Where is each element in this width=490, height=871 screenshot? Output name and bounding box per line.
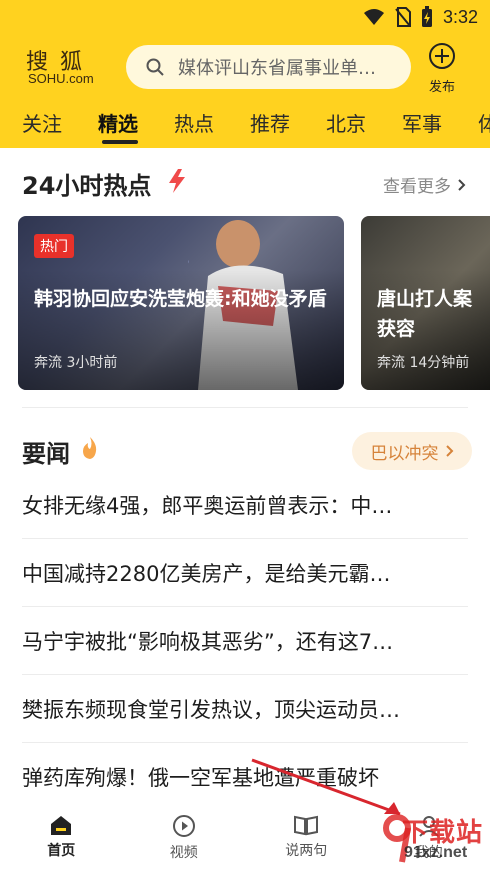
item-divider	[22, 674, 468, 675]
hot-badge: 热门	[34, 234, 74, 258]
topic-pill[interactable]: 巴以冲突	[352, 432, 472, 470]
top-header: 3:32 搜狐 SOHU.com 媒体评山东省属事业单… 发布 关注 精选 热点…	[0, 0, 490, 148]
watermark-logo: 下载站 91xz.net	[382, 810, 490, 868]
status-time: 3:32	[442, 6, 478, 27]
tab-beijing[interactable]: 北京	[326, 104, 380, 146]
plus-circle-icon	[429, 43, 455, 69]
hot-card[interactable]: 热门 韩羽协回应安洗莹炮轰:和她没矛盾 奔流 3小时前	[18, 216, 344, 390]
card-source: 奔流	[377, 355, 405, 371]
nav-video[interactable]: 视频	[123, 804, 246, 871]
item-divider	[22, 742, 468, 743]
chevron-right-icon	[445, 445, 453, 457]
news-item[interactable]: 中国减持2280亿美房产，是给美元霸…	[22, 558, 468, 588]
news-item[interactable]: 樊振东频现食堂引发热议，顶尖运动员…	[22, 694, 468, 724]
nav-label: 说两句	[285, 843, 328, 859]
section-divider	[22, 407, 468, 408]
news-item[interactable]: 马宁宇被批“影响极其恶劣”，还有这7…	[22, 626, 468, 656]
card-time: 3小时前	[66, 355, 118, 371]
no-sim-icon	[395, 7, 411, 27]
item-divider	[22, 606, 468, 607]
hot-section-title: 24小时热点	[22, 172, 152, 200]
view-more-link[interactable]: 查看更多	[383, 172, 466, 197]
hot-card[interactable]: 唐山打人案获容 奔流 14分钟前	[361, 216, 490, 390]
nav-label: 首页	[47, 843, 76, 859]
topic-pill-label: 巴以冲突	[370, 443, 439, 464]
news-section-title: 要闻	[22, 440, 70, 468]
channel-tabs: 关注 精选 热点 推荐 北京 军事 体	[0, 104, 490, 146]
card-meta: 奔流 3小时前	[34, 352, 117, 372]
search-bar[interactable]: 媒体评山东省属事业单…	[126, 45, 411, 89]
publish-label: 发布	[428, 80, 455, 95]
item-divider	[22, 538, 468, 539]
nav-label: 视频	[169, 845, 198, 861]
card-time: 14分钟前	[409, 355, 470, 371]
status-bar: 3:32	[0, 0, 490, 34]
tab-jingxuan[interactable]: 精选	[98, 104, 152, 146]
home-icon	[51, 816, 72, 835]
play-circle-icon	[172, 815, 195, 837]
status-icons: 3:32	[363, 6, 478, 28]
tab-ti[interactable]: 体	[478, 104, 490, 146]
tab-junshi[interactable]: 军事	[402, 104, 456, 146]
view-more-label: 查看更多	[383, 177, 451, 197]
news-item[interactable]: 女排无缘4强，郎平奥运前曾表示：中…	[22, 490, 468, 520]
watermark-url: 91xz.net	[404, 844, 468, 861]
search-placeholder: 媒体评山东省属事业单…	[178, 58, 376, 79]
tab-redian[interactable]: 热点	[174, 104, 228, 146]
card-source: 奔流	[34, 355, 62, 371]
logo-en: SOHU.com	[28, 71, 94, 86]
card-meta: 奔流 14分钟前	[377, 352, 469, 372]
nav-home[interactable]: 首页	[0, 804, 123, 871]
search-icon	[146, 58, 164, 76]
battery-icon	[421, 6, 432, 27]
flash-icon	[169, 169, 185, 193]
fire-icon	[83, 437, 97, 459]
tab-guanzhu[interactable]: 关注	[22, 104, 76, 146]
card-headline: 唐山打人案获容	[377, 288, 473, 340]
card-headline: 韩羽协回应安洗莹炮轰:和她没矛盾	[34, 288, 327, 310]
wifi-icon	[363, 9, 384, 25]
publish-button[interactable]: 发布	[424, 42, 460, 95]
tab-tuijian[interactable]: 推荐	[250, 104, 304, 146]
sohu-logo[interactable]: 搜狐 SOHU.com	[22, 44, 106, 90]
chevron-right-icon	[458, 178, 466, 191]
